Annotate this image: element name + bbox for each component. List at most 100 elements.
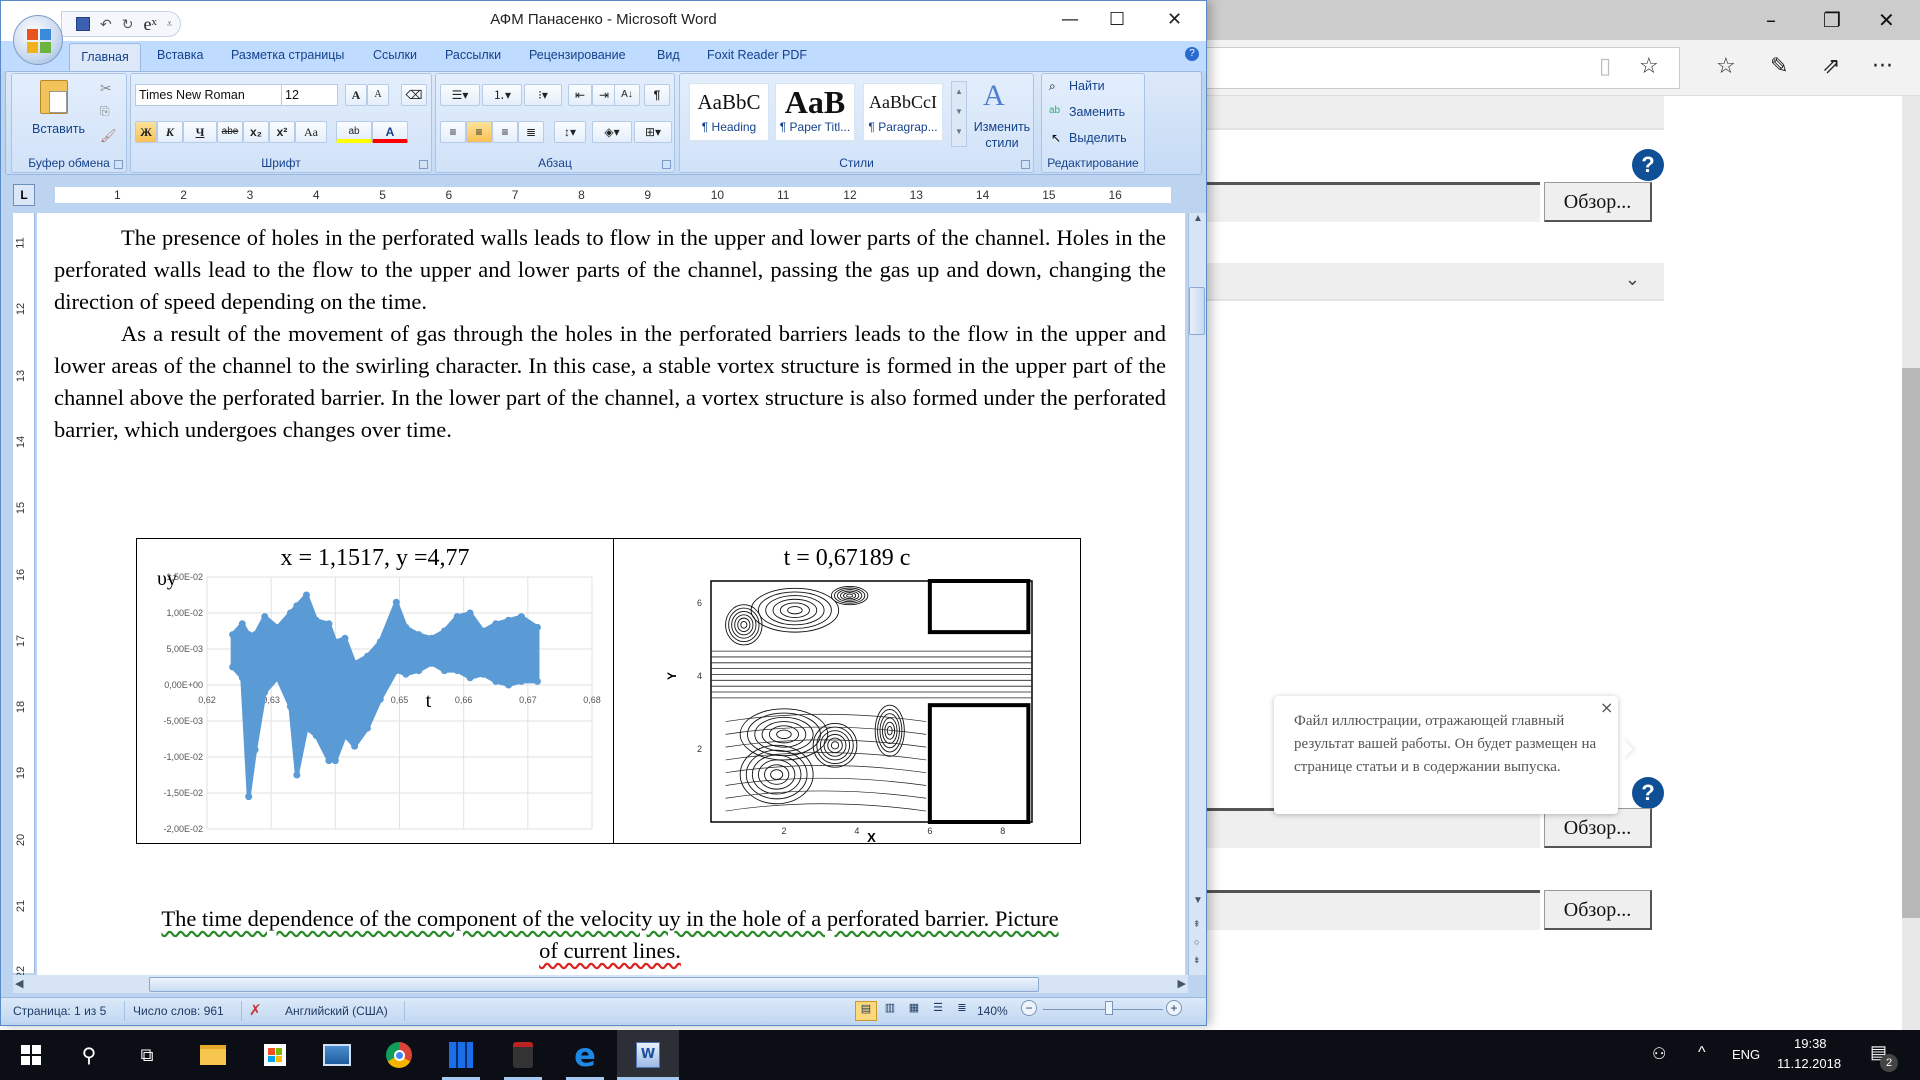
- paste-button[interactable]: Вставить: [32, 122, 85, 136]
- search-icon[interactable]: ⚲: [64, 1030, 114, 1080]
- web-layout-icon[interactable]: ▦: [903, 1001, 925, 1021]
- superscript-button[interactable]: x²: [269, 121, 295, 143]
- copy-icon[interactable]: ⎘: [100, 104, 110, 119]
- zoom-slider[interactable]: [1043, 1009, 1163, 1010]
- format-painter-icon[interactable]: 🖌: [100, 128, 117, 144]
- file-path-input-2[interactable]: [1206, 808, 1540, 848]
- tab-mailings[interactable]: Рассылки: [445, 48, 501, 62]
- share-icon[interactable]: ⇗: [1822, 54, 1840, 79]
- align-right-button[interactable]: ≡: [492, 121, 518, 143]
- more-icon[interactable]: ···: [1872, 54, 1893, 79]
- tab-home[interactable]: Главная: [69, 43, 141, 71]
- subscript-button[interactable]: x₂: [243, 121, 269, 143]
- zoom-in-button[interactable]: +: [1166, 1000, 1182, 1016]
- browser-minimize-button[interactable]: –: [1766, 8, 1776, 32]
- underline-button[interactable]: Ч: [183, 121, 217, 143]
- clock-time[interactable]: 19:38: [1794, 1036, 1827, 1051]
- show-formatting-button[interactable]: ¶: [644, 84, 670, 106]
- close-button[interactable]: ✕: [1167, 9, 1182, 30]
- paste-icon[interactable]: [40, 80, 68, 114]
- page-count[interactable]: Страница: 1 из 5: [13, 1004, 106, 1018]
- decrease-indent-button[interactable]: ⇤: [568, 84, 592, 106]
- people-icon[interactable]: ⚇: [1652, 1044, 1666, 1064]
- clock-date[interactable]: 11.12.2018: [1777, 1056, 1841, 1071]
- next-page-icon[interactable]: ⇟: [1193, 955, 1201, 966]
- numbering-button[interactable]: ⒈▾: [482, 84, 522, 106]
- language[interactable]: Английский (США): [285, 1004, 388, 1018]
- browse-button-1[interactable]: Обзор...: [1544, 182, 1652, 222]
- spelling-check-icon[interactable]: ✗: [249, 1001, 262, 1019]
- tab-review[interactable]: Рецензирование: [529, 48, 626, 62]
- browse-button-2[interactable]: Обзор...: [1544, 808, 1652, 848]
- minimize-button[interactable]: —: [1061, 9, 1079, 30]
- print-layout-view-icon[interactable]: ▤: [855, 1001, 877, 1021]
- document-paragraph[interactable]: The presence of holes in the perforated …: [54, 222, 1166, 318]
- reading-view-icon[interactable]: ▯: [1599, 54, 1611, 79]
- figure-table[interactable]: x = 1,1517, y =4,77 1,50E-02 1,00E-02 5,00E…: [136, 538, 1081, 844]
- file-path-input-1[interactable]: [1206, 182, 1540, 222]
- highlight-button[interactable]: ab: [336, 121, 372, 143]
- previous-page-icon[interactable]: ⇞: [1193, 919, 1201, 930]
- find-button[interactable]: Найти: [1069, 79, 1105, 93]
- dialog-launcher-icon[interactable]: [662, 160, 671, 169]
- save-icon[interactable]: [76, 17, 90, 31]
- show-hidden-icons[interactable]: ^: [1698, 1044, 1706, 1062]
- favorites-hub-icon[interactable]: ☆: [1716, 54, 1736, 79]
- line-spacing-button[interactable]: ↕▾: [554, 121, 586, 143]
- grow-font-button[interactable]: A: [345, 84, 367, 106]
- tab-page-layout[interactable]: Разметка страницы: [231, 48, 344, 62]
- store-icon[interactable]: [250, 1030, 300, 1080]
- maximize-button[interactable]: ☐: [1109, 9, 1125, 30]
- increase-indent-button[interactable]: ⇥: [592, 84, 616, 106]
- change-case-button[interactable]: Aa: [295, 121, 327, 143]
- strikethrough-button[interactable]: abe: [217, 121, 243, 143]
- document-paragraph[interactable]: As a result of the movement of gas throu…: [54, 318, 1166, 446]
- font-size-combo[interactable]: 12: [281, 84, 338, 106]
- dialog-launcher-icon[interactable]: [419, 160, 428, 169]
- favorite-star-icon[interactable]: ☆: [1639, 54, 1659, 79]
- browse-button-3[interactable]: Обзор...: [1544, 890, 1652, 930]
- align-left-button[interactable]: ≡: [440, 121, 466, 143]
- tab-insert[interactable]: Вставка: [157, 48, 203, 62]
- gauge-app-icon[interactable]: [498, 1030, 548, 1080]
- start-button[interactable]: [6, 1030, 56, 1080]
- help-icon[interactable]: ?: [1632, 777, 1664, 809]
- scroll-down-icon[interactable]: ▼: [1193, 895, 1203, 906]
- style-paragraph[interactable]: AaBbCcI ¶ Paragrap...: [863, 83, 943, 141]
- figure-caption[interactable]: The time dependence of the component of …: [52, 903, 1168, 967]
- sort-button[interactable]: А↓: [614, 84, 640, 106]
- task-view-icon[interactable]: ⧉: [122, 1030, 172, 1080]
- input-language[interactable]: ENG: [1732, 1047, 1760, 1062]
- app-blue-icon[interactable]: [436, 1030, 486, 1080]
- align-center-button[interactable]: ≡: [466, 121, 492, 143]
- ruler-strip[interactable]: [55, 187, 1171, 203]
- vertical-ruler[interactable]: [13, 213, 35, 973]
- select-button[interactable]: Выделить: [1069, 131, 1127, 145]
- styles-scroll[interactable]: ▲ ▼ ▼: [951, 81, 967, 147]
- font-color-button[interactable]: A: [372, 121, 408, 143]
- style-paper-title[interactable]: AaB ¶ Paper Titl...: [775, 83, 855, 141]
- undo-icon[interactable]: ↶: [100, 16, 112, 33]
- zoom-slider-thumb[interactable]: [1105, 1001, 1113, 1015]
- file-path-input-3[interactable]: [1206, 890, 1540, 930]
- scroll-left-icon[interactable]: ◀: [15, 977, 23, 990]
- redo-icon[interactable]: ↻: [122, 16, 134, 33]
- bold-button[interactable]: Ж: [135, 121, 157, 143]
- web-note-pen-icon[interactable]: ✎: [1770, 54, 1788, 79]
- zoom-out-button[interactable]: −: [1021, 1000, 1037, 1016]
- multilevel-list-button[interactable]: ⁝▾: [524, 84, 562, 106]
- change-styles-button[interactable]: Изменить стили: [971, 119, 1033, 151]
- style-heading[interactable]: AaBbC ¶ Heading: [689, 83, 769, 141]
- file-explorer-icon[interactable]: [188, 1030, 238, 1080]
- cut-icon[interactable]: ✂: [100, 80, 112, 97]
- tab-foxit[interactable]: Foxit Reader PDF: [707, 48, 807, 62]
- tab-view[interactable]: Вид: [657, 48, 680, 62]
- borders-button[interactable]: ⊞▾: [634, 121, 672, 143]
- help-icon[interactable]: ?: [1632, 149, 1664, 181]
- vertical-scroll-thumb[interactable]: [1189, 287, 1205, 335]
- edge-icon[interactable]: e: [560, 1030, 610, 1080]
- customize-qat-icon[interactable]: ⩡: [167, 19, 173, 30]
- scroll-right-icon[interactable]: ▶: [1178, 977, 1186, 990]
- justify-button[interactable]: ≣: [518, 121, 544, 143]
- lenovo-icon[interactable]: [312, 1030, 362, 1080]
